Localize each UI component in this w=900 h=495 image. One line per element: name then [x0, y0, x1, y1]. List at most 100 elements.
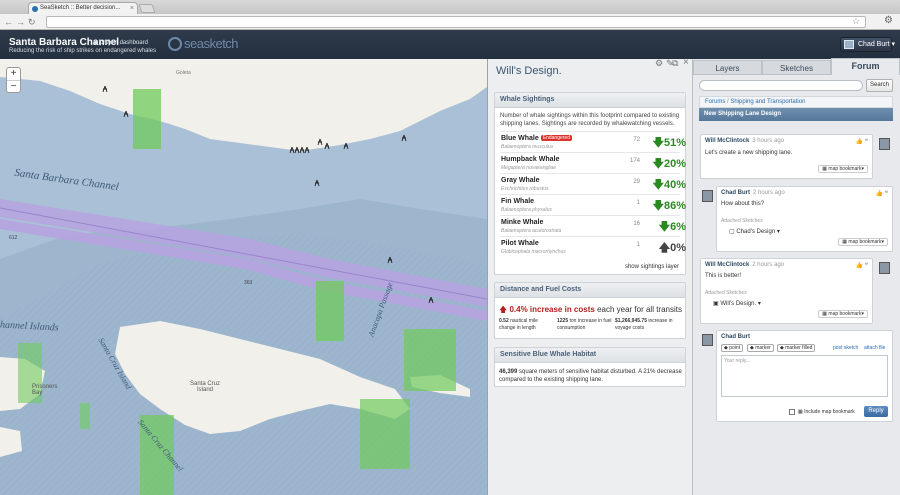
post-text: This is better! [705, 273, 742, 279]
quote-icon[interactable]: ❝ [865, 263, 868, 269]
post-text: Let's create a new shipping lane. [705, 150, 793, 156]
new-tab-button[interactable] [138, 4, 156, 13]
whale-sci-name: Globicephala macrorhynchus [501, 249, 566, 255]
habitat-block [316, 281, 344, 341]
zoom-control: + − [6, 67, 21, 93]
whale-name: Fin Whale [501, 198, 535, 205]
tab-forum[interactable]: Forum [831, 58, 900, 75]
habitat-card: Sensitive Blue Whale Habitat 46,399 squa… [494, 347, 686, 387]
habitat-block [80, 403, 90, 429]
export-icon[interactable]: ⧉ [672, 58, 678, 69]
avatar [844, 40, 854, 49]
arrow-down-icon: 🡇 [652, 158, 664, 170]
reply-author: Chad Burt [721, 334, 750, 340]
whale-sci-name: Balaenoptera acutorostrata [501, 228, 562, 234]
tab-layers[interactable]: Layers [693, 60, 762, 75]
reply-button[interactable]: Reply [864, 406, 888, 417]
post-time: 3 hours ago [752, 138, 784, 144]
include-bookmark-checkbox[interactable] [789, 409, 795, 415]
avatar [702, 334, 713, 346]
post-author: Will McClintock [705, 138, 750, 144]
label-goleta: Goleta [176, 70, 191, 76]
label-prisoners-bay: Prisoners Bay [32, 384, 58, 396]
project-subtitle: Reducing the risk of ship strikes on end… [9, 48, 157, 54]
map-bookmark-button[interactable]: ▦ map bookmark▾ [818, 165, 868, 173]
percent-change: 86% [663, 200, 686, 212]
sighting-count: 174 [629, 158, 640, 164]
whale-name: Humpback Whale [501, 156, 560, 163]
tab-close-icon[interactable]: × [130, 3, 134, 14]
reply-textarea[interactable]: Your reply... [721, 355, 888, 397]
post-author: Chad Burt [721, 190, 750, 196]
post-time: 2 hours ago [753, 190, 785, 196]
arrow-up-icon: 🡅 [499, 305, 510, 314]
whale-sightings-card: Whale Sightings Number of whale sighting… [494, 92, 686, 275]
sighting-count: 1 [636, 242, 640, 248]
whale-sci-name: Megaptera novaeangliae [501, 165, 557, 171]
breadcrumb-separator: / [727, 99, 729, 105]
marker-tool-button[interactable]: ◆ marker [747, 344, 774, 352]
habitat-block [404, 329, 456, 391]
tab-title: SeaSketch :: Better decision... [40, 5, 121, 11]
habitat-block [133, 89, 161, 149]
percent-change: 0% [670, 242, 686, 254]
card-header: Distance and Fuel Costs [495, 283, 685, 298]
post-sketch-link[interactable]: post sketch [833, 345, 858, 351]
search-input[interactable] [699, 80, 863, 91]
marker-filled-tool-button[interactable]: ◆ marker filled [777, 344, 816, 352]
user-menu-button[interactable]: Chad Burt ▾ [840, 37, 895, 52]
card-description: Number of whale sightings within this fo… [500, 113, 680, 127]
attach-file-link[interactable]: attach file [864, 345, 885, 351]
seasketch-logo: seasketch [168, 36, 239, 51]
stat-fuel: 1225 ton increase in fuel consumption [557, 318, 612, 331]
map-bookmark-button[interactable]: ▦ map bookmark▾ [838, 238, 888, 246]
map-svg [0, 59, 487, 495]
tab-sketches[interactable]: Sketches [762, 60, 831, 75]
reload-icon[interactable]: ↻ [28, 15, 36, 29]
bookmark-star-icon[interactable]: ☆ [852, 16, 860, 27]
zoom-in-button[interactable]: + [7, 68, 20, 81]
settings-icon[interactable]: ⚙ [655, 58, 663, 69]
point-tool-button[interactable]: ◆ point [721, 344, 744, 352]
post-time: 2 hours ago [752, 262, 784, 268]
avatar [702, 190, 713, 202]
like-icon[interactable]: 👍 [856, 139, 863, 145]
list-item: Blue Whale Endangered Balaenoptera muscul… [500, 131, 686, 152]
arrow-down-icon: 🡇 [652, 137, 664, 149]
dashboard-dot-icon: ◉ [93, 40, 100, 46]
show-sightings-layer-link[interactable]: show sightings layer [625, 264, 679, 270]
card-header: Sensitive Blue Whale Habitat [495, 348, 685, 363]
close-icon[interactable]: × [683, 57, 689, 68]
label-depth: 612 [9, 235, 18, 241]
sighting-count: 29 [633, 179, 640, 185]
search-button[interactable]: Search [866, 79, 893, 92]
back-icon[interactable]: ← [4, 15, 13, 29]
browser-tab[interactable]: SeaSketch :: Better decision... × [28, 2, 138, 14]
arrow-down-icon: 🡇 [658, 221, 671, 233]
distance-fuel-card: Distance and Fuel Costs 🡅 0.4% increase … [494, 282, 686, 339]
like-icon[interactable]: 👍 [876, 191, 883, 197]
whale-sci-name: Balaenoptera musculus [501, 144, 554, 150]
quote-icon[interactable]: ❝ [885, 191, 888, 197]
post-author: Will McClintock [705, 262, 750, 268]
logo-ring-icon [168, 37, 182, 51]
attached-sketch[interactable]: ▣ Will's Design. ▾ [713, 300, 761, 307]
breadcrumb: Forums / Shipping and Transportation [699, 96, 893, 108]
breadcrumb-topic-link[interactable]: Shipping and Transportation [730, 99, 805, 105]
favicon-icon [32, 6, 38, 12]
whale-name: Gray Whale [501, 177, 540, 184]
forward-icon[interactable]: → [16, 15, 25, 29]
wrench-icon[interactable]: ⚙ [884, 15, 893, 26]
quote-icon[interactable]: ❝ [865, 139, 868, 145]
map-bookmark-button[interactable]: ▦ map bookmark▾ [818, 310, 868, 318]
address-bar[interactable] [46, 16, 866, 28]
like-icon[interactable]: 👍 [856, 263, 863, 269]
sighting-count: 16 [633, 221, 640, 227]
project-dashboard-link[interactable]: ◉ project dashboard [93, 39, 148, 46]
card-header: Whale Sightings [495, 93, 685, 108]
attached-sketch[interactable]: ▢ Chad's Design ▾ [729, 228, 780, 235]
breadcrumb-forums-link[interactable]: Forums [705, 99, 725, 105]
arrow-down-icon: 🡇 [652, 179, 664, 191]
zoom-out-button[interactable]: − [7, 81, 20, 93]
map-canvas[interactable]: Santa Barbara Channel hannel Islands San… [0, 59, 487, 495]
